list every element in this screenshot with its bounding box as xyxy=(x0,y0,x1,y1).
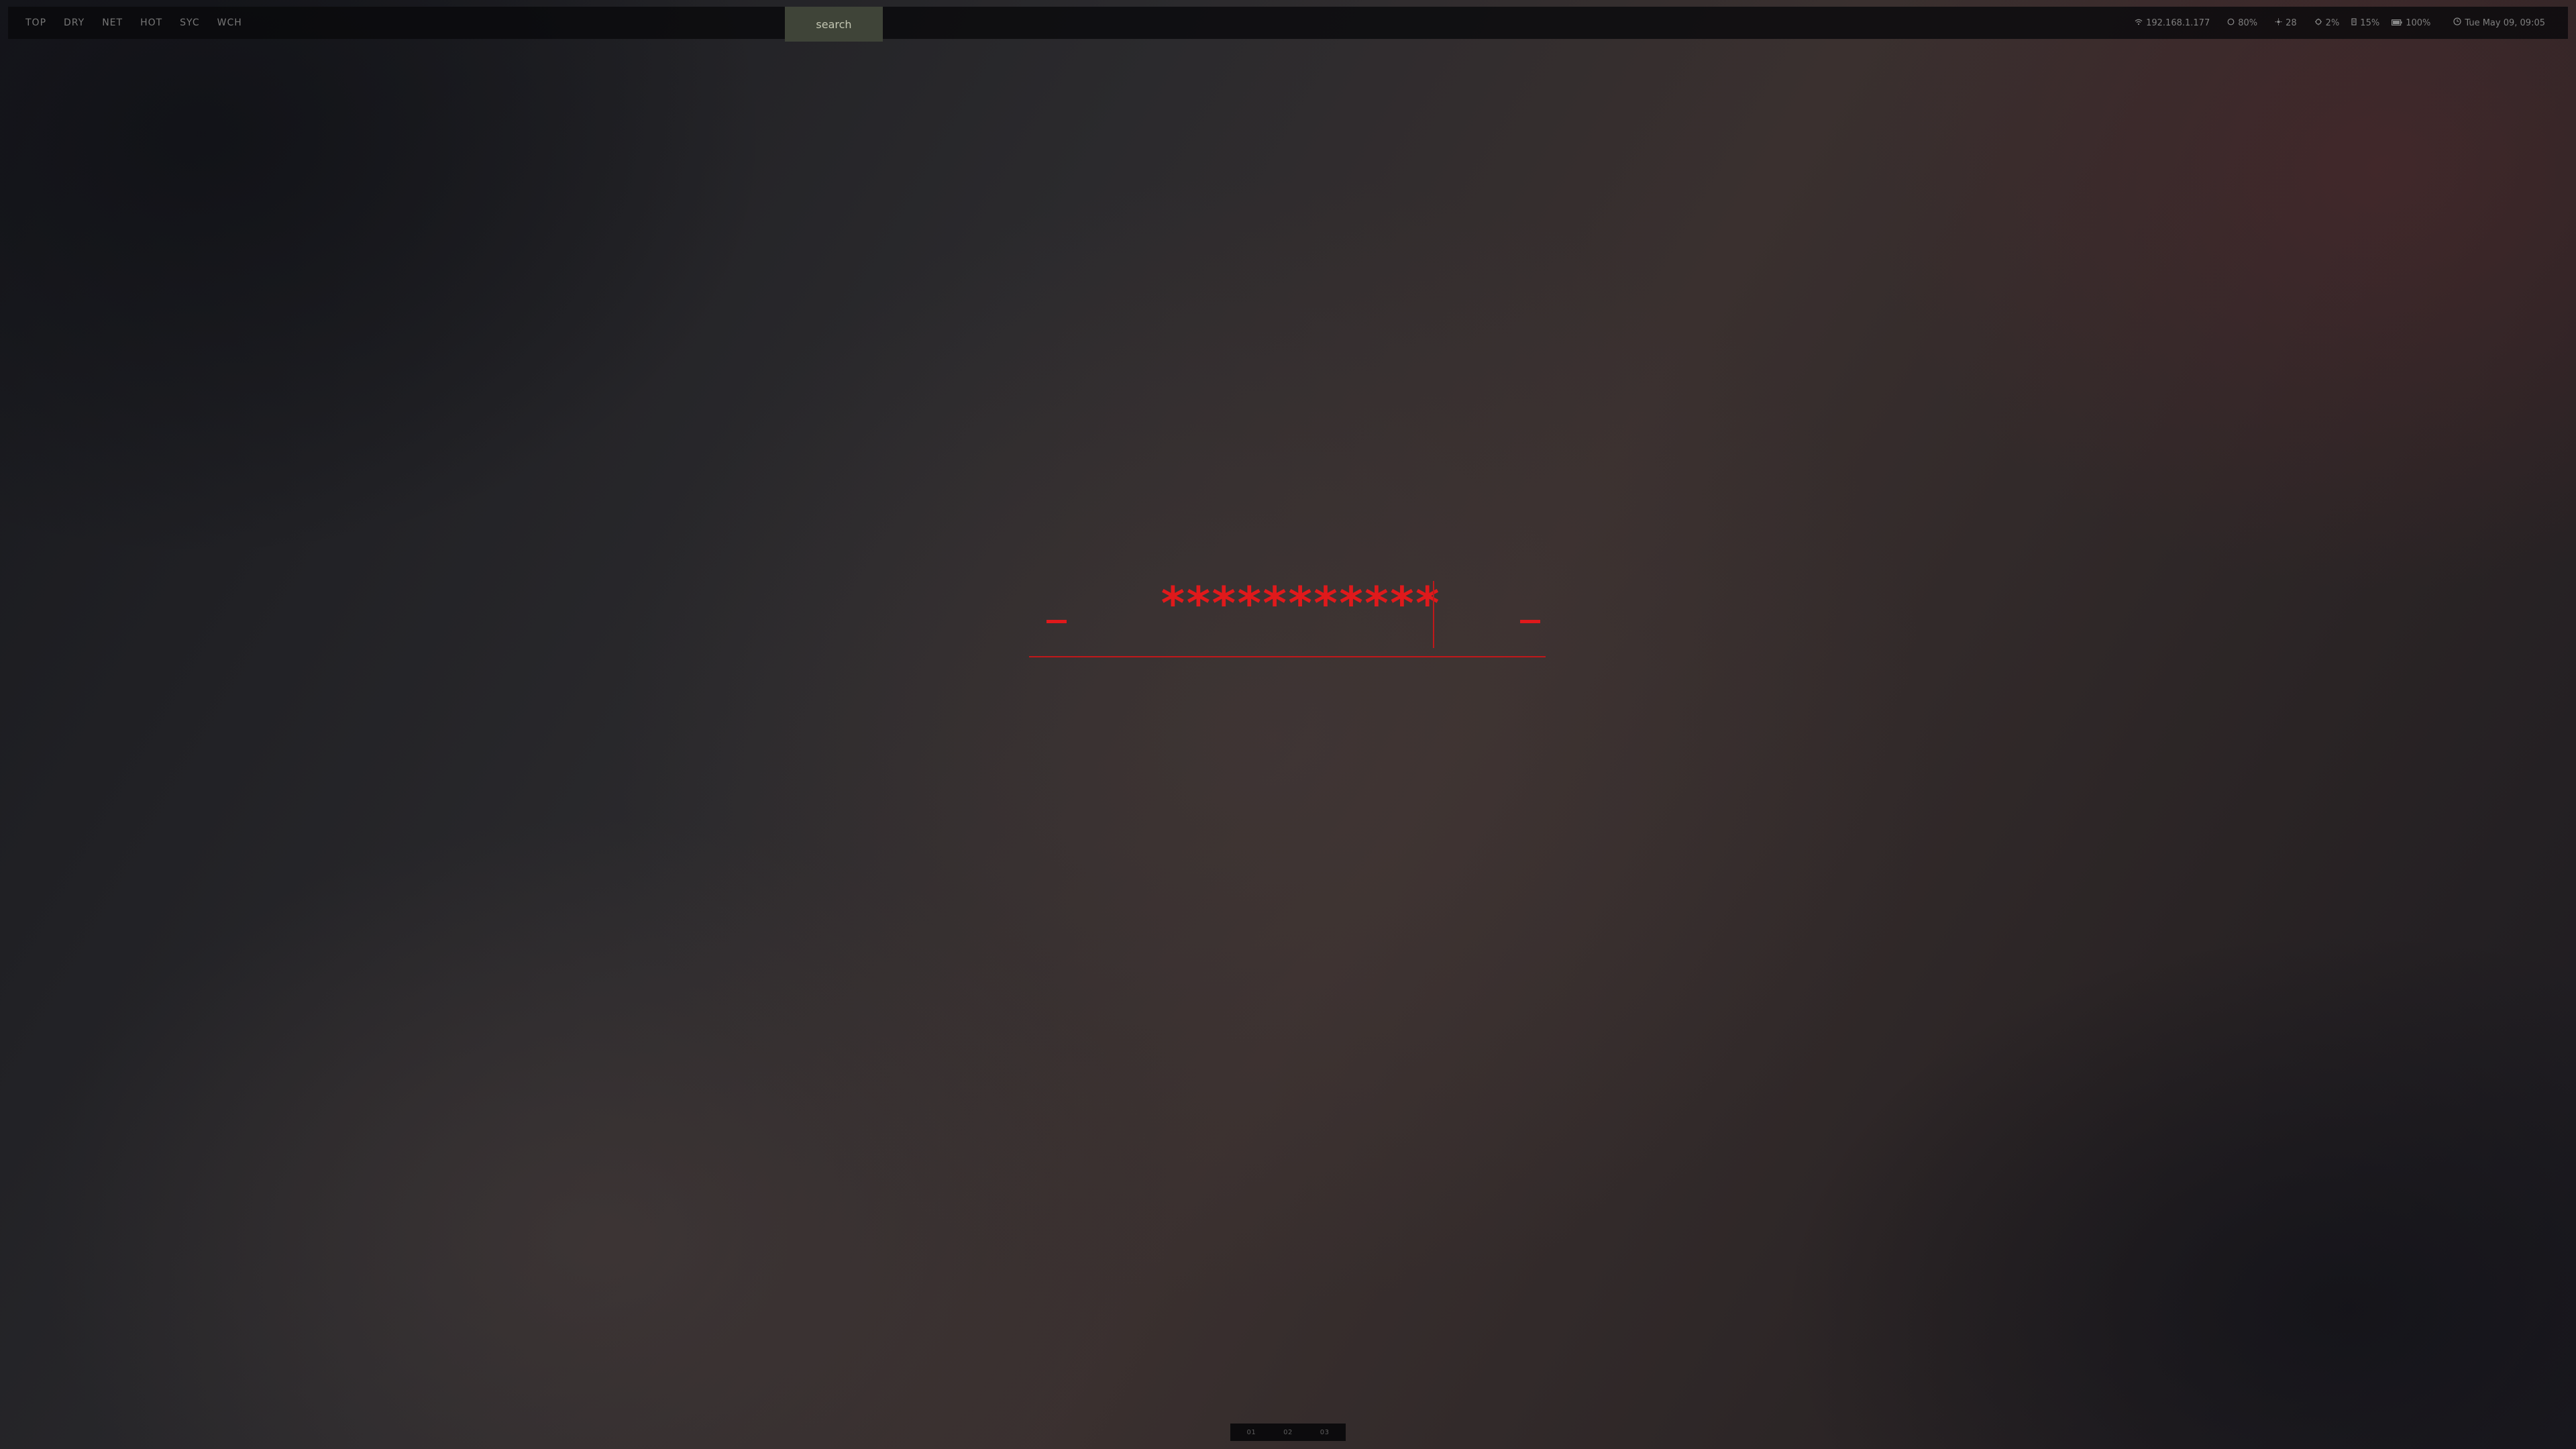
wifi-icon xyxy=(2135,18,2143,28)
workspace-dry[interactable]: DRY xyxy=(64,17,85,28)
workspace-wch[interactable]: WCH xyxy=(217,17,242,28)
brightness-value: 28 xyxy=(2286,17,2297,28)
cpu-icon xyxy=(2314,18,2322,28)
workspace-list: TOP DRY NET HOT SYC WCH xyxy=(25,7,260,39)
battery-status[interactable]: 100% xyxy=(2392,18,2430,28)
password-underline xyxy=(1029,656,1546,657)
top-bar: TOP DRY NET HOT SYC WCH 192.168.1.177 80… xyxy=(8,7,2568,42)
password-field[interactable]: *********** xyxy=(1159,577,1441,651)
brightness-icon xyxy=(2275,18,2282,28)
search-input[interactable] xyxy=(785,17,883,32)
left-dash-decoration xyxy=(1046,620,1067,623)
password-entry: *********** xyxy=(1029,577,1546,657)
workspace-syc[interactable]: SYC xyxy=(180,17,199,28)
cpu-status[interactable]: 2% xyxy=(2314,17,2340,28)
brightness-status[interactable]: 28 xyxy=(2275,18,2297,28)
workspace-net[interactable]: NET xyxy=(102,17,123,28)
clock-icon xyxy=(2453,17,2461,28)
text-cursor xyxy=(1433,581,1434,648)
volume-status[interactable]: 80% xyxy=(2227,18,2257,28)
clock-value: Tue May 09, 09:05 xyxy=(2465,17,2545,28)
memory-status[interactable]: 15% xyxy=(2351,18,2379,28)
clock[interactable]: Tue May 09, 09:05 xyxy=(2453,17,2545,28)
memory-icon xyxy=(2351,17,2357,28)
memory-value: 15% xyxy=(2360,17,2380,28)
search-box[interactable] xyxy=(785,7,883,42)
volume-value: 80% xyxy=(2238,17,2258,28)
volume-icon xyxy=(2227,18,2235,28)
workspace-hot[interactable]: HOT xyxy=(140,17,162,28)
dock-item-3[interactable]: 03 xyxy=(1320,1429,1330,1436)
network-status[interactable]: 192.168.1.177 xyxy=(2135,18,2210,28)
battery-icon xyxy=(2392,18,2402,28)
dock-item-1[interactable]: 01 xyxy=(1246,1429,1256,1436)
right-dash-decoration xyxy=(1520,620,1540,623)
status-area: 192.168.1.177 80% 28 2% 15% 100% Tue May… xyxy=(2117,7,2545,39)
dock-item-2[interactable]: 02 xyxy=(1283,1429,1293,1436)
workspace-top[interactable]: TOP xyxy=(25,17,46,28)
battery-value: 100% xyxy=(2406,17,2431,28)
network-ip: 192.168.1.177 xyxy=(2146,17,2210,28)
cpu-value: 2% xyxy=(2325,17,2340,28)
workspace-dock: 01 02 03 xyxy=(1230,1424,1346,1441)
